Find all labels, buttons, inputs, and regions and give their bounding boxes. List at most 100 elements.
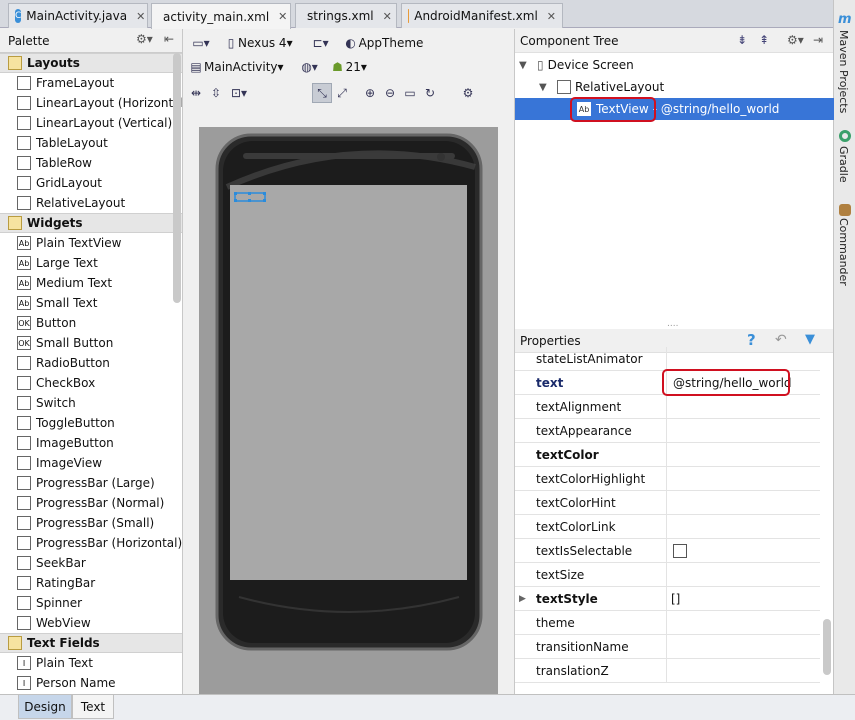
splitter-handle[interactable]: .... xyxy=(667,319,678,329)
property-row[interactable]: translationZ xyxy=(515,659,820,683)
orientation-icon[interactable]: ⊏▾ xyxy=(307,33,335,53)
palette-item[interactable]: FrameLayout xyxy=(0,73,182,93)
palette-item[interactable]: ProgressBar (Normal) xyxy=(0,493,182,513)
fit-horizontal-icon[interactable]: ⇹ xyxy=(186,83,206,103)
close-icon[interactable]: ✕ xyxy=(278,10,287,23)
palette-item[interactable]: ImageView xyxy=(0,453,182,473)
palette-item[interactable]: RatingBar xyxy=(0,573,182,593)
property-value[interactable] xyxy=(667,347,671,370)
hide-panel-icon[interactable]: ⇤ xyxy=(164,32,174,46)
property-value[interactable] xyxy=(667,659,671,682)
property-row[interactable]: textColor xyxy=(515,443,820,467)
expand-arrow-icon[interactable]: ▶ xyxy=(519,594,526,604)
palette-item[interactable]: I Person Name xyxy=(0,673,182,693)
resize-icon[interactable]: ⊡▾ xyxy=(226,83,252,103)
properties-scrollbar[interactable] xyxy=(823,619,831,675)
palette-item[interactable]: ImageButton xyxy=(0,433,182,453)
filter-icon[interactable]: ▼ xyxy=(805,332,815,347)
property-value[interactable] xyxy=(667,563,671,586)
palette-item[interactable]: ProgressBar (Small) xyxy=(0,513,182,533)
design-canvas[interactable] xyxy=(199,127,498,694)
palette-item[interactable]: Ab Plain TextView xyxy=(0,233,182,253)
collapse-all-icon[interactable]: ⇞ xyxy=(759,33,769,47)
palette-item[interactable]: Switch xyxy=(0,393,182,413)
palette-item[interactable]: ToggleButton xyxy=(0,413,182,433)
hide-panel-icon[interactable]: ⇥ xyxy=(813,33,823,47)
palette-item[interactable]: Ab Large Text xyxy=(0,253,182,273)
zoom-out-icon[interactable]: ⊖ xyxy=(380,83,400,103)
chevron-down-icon[interactable]: ▼ xyxy=(539,82,553,93)
palette-item[interactable]: RadioButton xyxy=(0,353,182,373)
palette-item[interactable]: WebView xyxy=(0,613,182,633)
zoom-actual-icon[interactable]: ⤡ xyxy=(312,83,332,103)
tab-strings-xml[interactable]: strings.xml ✕ xyxy=(295,3,397,28)
fit-vertical-icon[interactable]: ⇳ xyxy=(206,83,226,103)
property-value[interactable] xyxy=(667,611,671,634)
palette-item[interactable]: OK Small Button xyxy=(0,333,182,353)
palette-item[interactable]: Ab Small Text xyxy=(0,293,182,313)
design-surface-icon[interactable]: ▭▾ xyxy=(188,33,214,53)
property-value[interactable] xyxy=(667,419,671,442)
zoom-fit-icon[interactable]: ⤢ xyxy=(332,83,352,103)
close-icon[interactable]: ✕ xyxy=(547,10,556,23)
property-value[interactable] xyxy=(667,539,687,562)
palette-item[interactable]: CheckBox xyxy=(0,373,182,393)
palette-item[interactable]: I Plain Text xyxy=(0,653,182,673)
property-value[interactable] xyxy=(667,395,671,418)
refresh-icon[interactable]: ↻ xyxy=(420,83,440,103)
property-row[interactable]: theme xyxy=(515,611,820,635)
palette-item[interactable]: LinearLayout (Horizontal) xyxy=(0,93,182,113)
palette-item[interactable]: OK Button xyxy=(0,313,182,333)
tree-node-device-screen[interactable]: ▼ ▯ Device Screen xyxy=(519,54,634,76)
tree-node-relativelayout[interactable]: ▼ RelativeLayout xyxy=(539,76,664,98)
property-value[interactable] xyxy=(667,515,671,538)
tab-activity-main-xml[interactable]: activity_main.xml ✕ xyxy=(151,3,291,29)
commander-tab[interactable]: Commander xyxy=(837,218,850,286)
palette-item[interactable]: ProgressBar (Large) xyxy=(0,473,182,493)
palette-item[interactable]: TableLayout xyxy=(0,133,182,153)
tree-node-textview[interactable]: Ab TextView - @string/hello_world xyxy=(515,98,834,120)
text-tab[interactable]: Text xyxy=(72,695,114,719)
palette-item[interactable]: GridLayout xyxy=(0,173,182,193)
theme-dropdown[interactable]: AppTheme xyxy=(359,36,424,50)
gradle-tab[interactable]: Gradle xyxy=(837,146,850,183)
property-value[interactable]: [] xyxy=(667,587,680,610)
checkbox[interactable] xyxy=(673,543,687,558)
property-row[interactable]: textAppearance xyxy=(515,419,820,443)
activity-dropdown[interactable]: MainActivity xyxy=(204,60,278,74)
gear-icon[interactable]: ⚙▾ xyxy=(787,33,804,47)
expand-all-icon[interactable]: ⇟ xyxy=(737,33,747,47)
property-row[interactable]: textAlignment xyxy=(515,395,820,419)
palette-item[interactable]: SeekBar xyxy=(0,553,182,573)
palette-item[interactable]: Spinner xyxy=(0,593,182,613)
tab-mainactivity-java[interactable]: C MainActivity.java ✕ xyxy=(8,3,148,28)
property-value[interactable] xyxy=(667,467,671,490)
tab-androidmanifest-xml[interactable]: AndroidManifest.xml ✕ xyxy=(401,3,563,28)
gear-icon[interactable]: ⚙▾ xyxy=(136,32,153,46)
design-tab[interactable]: Design xyxy=(18,695,72,719)
close-icon[interactable]: ✕ xyxy=(383,10,392,23)
palette-item[interactable]: RelativeLayout xyxy=(0,193,182,213)
palette-group-header[interactable]: Text Fields xyxy=(0,633,182,653)
palette-item[interactable]: TableRow xyxy=(0,153,182,173)
palette-item[interactable]: Ab Medium Text xyxy=(0,273,182,293)
property-row[interactable]: textColorHighlight xyxy=(515,467,820,491)
property-row[interactable]: transitionName xyxy=(515,635,820,659)
settings-gear-icon[interactable]: ⚙ xyxy=(458,83,478,103)
property-row[interactable]: textIsSelectable xyxy=(515,539,820,563)
locale-globe-icon[interactable]: ◍▾ xyxy=(296,57,324,77)
property-value[interactable] xyxy=(667,443,671,466)
chevron-down-icon[interactable]: ▼ xyxy=(519,60,533,71)
property-value[interactable] xyxy=(667,635,671,658)
maven-projects-tab[interactable]: Maven Projects xyxy=(837,30,850,113)
undo-icon[interactable]: ↶ xyxy=(775,332,787,348)
palette-group-header[interactable]: Layouts xyxy=(0,53,182,73)
device-dropdown[interactable]: Nexus 4 xyxy=(238,36,287,50)
palette-group-header[interactable]: Widgets xyxy=(0,213,182,233)
palette-item[interactable]: ProgressBar (Horizontal) xyxy=(0,533,182,553)
palette-scrollbar[interactable] xyxy=(173,53,181,303)
device-screen[interactable] xyxy=(230,185,467,580)
api-level-dropdown[interactable]: 21 xyxy=(346,60,361,74)
property-row[interactable]: textSize xyxy=(515,563,820,587)
palette-item[interactable]: LinearLayout (Vertical) xyxy=(0,113,182,133)
